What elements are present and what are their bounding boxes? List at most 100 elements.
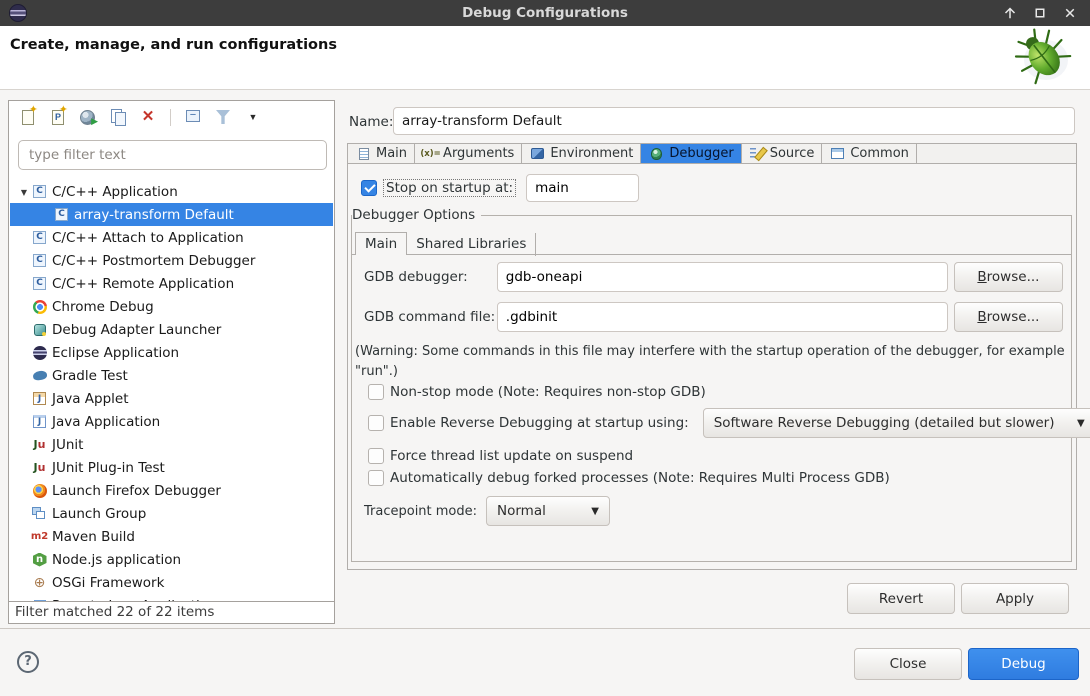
gradle-icon: [32, 368, 47, 383]
force-thread-list-update-row: Force thread list update on suspend: [368, 446, 633, 466]
tab-label: Debugger: [669, 146, 733, 161]
firefox-icon: [32, 483, 47, 498]
launch-group-icon: [32, 506, 47, 521]
tree-item[interactable]: Remote Java Application: [10, 594, 333, 601]
tree-item[interactable]: Java Applet: [10, 387, 333, 410]
tree-item[interactable]: JUnit Plug-in Test: [10, 456, 333, 479]
maximize-button[interactable]: [1028, 2, 1052, 24]
tab-label: Common: [850, 146, 909, 161]
delete-icon: [138, 108, 158, 126]
gdb-debugger-browse-button[interactable]: Browse...: [954, 262, 1063, 292]
stop-on-startup-checkbox[interactable]: [361, 180, 377, 196]
tree-item[interactable]: Launch Group: [10, 502, 333, 525]
gdb-debugger-label: GDB debugger:: [364, 269, 497, 285]
osgi-icon: [32, 575, 47, 590]
tree-item[interactable]: Maven Build: [10, 525, 333, 548]
debug-button[interactable]: Debug: [968, 648, 1079, 680]
tracepoint-mode-row: Tracepoint mode: Normal ▼: [364, 496, 610, 526]
tree-item-label: JUnit: [52, 437, 83, 453]
tree-item[interactable]: Eclipse Application: [10, 341, 333, 364]
new-prototype-icon: [48, 108, 68, 126]
auto-debug-forked-processes-label: Automatically debug forked processes (No…: [390, 470, 890, 486]
help-button[interactable]: ?: [17, 651, 39, 673]
tree-item-label: Java Application: [52, 414, 160, 430]
tree-item-label: Maven Build: [52, 529, 135, 545]
tree-item[interactable]: Node.js application: [10, 548, 333, 571]
maven-icon: [32, 529, 47, 544]
collapse-all-icon: [183, 108, 203, 126]
force-thread-list-update-checkbox[interactable]: [368, 448, 384, 464]
expander-icon[interactable]: [16, 184, 32, 199]
non-stop-mode-label: Non-stop mode (Note: Requires non-stop G…: [390, 384, 706, 400]
name-label: Name:: [349, 114, 393, 130]
tab-arguments[interactable]: Arguments: [415, 144, 522, 163]
titlebar: Debug Configurations: [0, 0, 1090, 26]
non-stop-mode-row: Non-stop mode (Note: Requires non-stop G…: [368, 382, 706, 402]
gdb-command-file-input[interactable]: [497, 302, 948, 332]
dropdown-arrow-icon: [243, 108, 263, 126]
toolbar-duplicate-button[interactable]: [105, 105, 131, 129]
export-launch-configuration-icon: [78, 108, 98, 126]
non-stop-mode-checkbox[interactable]: [368, 384, 384, 400]
tab-source[interactable]: Source: [742, 144, 823, 163]
toolbar-new-config-button[interactable]: [15, 105, 41, 129]
close-button[interactable]: Close: [854, 648, 962, 680]
toolbar-menu-button[interactable]: [240, 105, 266, 129]
name-input[interactable]: [393, 107, 1075, 135]
tracepoint-mode-select[interactable]: Normal ▼: [486, 496, 610, 526]
debugger-options-tab-main[interactable]: Main: [355, 232, 407, 255]
toolbar-export-button[interactable]: [75, 105, 101, 129]
debugger-options-tab-shared-libraries[interactable]: Shared Libraries: [407, 233, 536, 256]
toolbar-new-prototype-button[interactable]: [45, 105, 71, 129]
java-app-icon: [32, 414, 47, 429]
gdb-debugger-input[interactable]: [497, 262, 948, 292]
cpp-icon: [32, 253, 47, 268]
tree-item[interactable]: C/C++ Attach to Application: [10, 226, 333, 249]
debugger-options-group: Debugger Options MainShared Libraries GD…: [351, 215, 1072, 562]
tree-item[interactable]: C/C++ Application: [10, 180, 333, 203]
nodejs-icon: [32, 552, 47, 567]
stop-on-startup-row: Stop on startup at:: [361, 174, 639, 202]
stop-on-startup-input[interactable]: [526, 174, 639, 202]
tree-item[interactable]: Gradle Test: [10, 364, 333, 387]
tab-label: Environment: [550, 146, 633, 161]
tree-item[interactable]: C/C++ Remote Application: [10, 272, 333, 295]
close-window-button[interactable]: [1058, 2, 1082, 24]
new-launch-configuration-icon: [18, 108, 38, 126]
tab-main[interactable]: Main: [348, 144, 415, 163]
tree-item-label: Launch Group: [52, 506, 146, 522]
tab-environment[interactable]: Environment: [522, 144, 641, 163]
tree-item-label: OSGi Framework: [52, 575, 164, 591]
tree-item[interactable]: C/C++ Postmortem Debugger: [10, 249, 333, 272]
filter-input[interactable]: [18, 140, 327, 170]
tab-debugger[interactable]: Debugger: [641, 144, 741, 163]
tree-item[interactable]: JUnit: [10, 433, 333, 456]
tree-item[interactable]: Launch Firefox Debugger: [10, 479, 333, 502]
keep-above-button[interactable]: [998, 2, 1022, 24]
revert-button[interactable]: Revert: [847, 583, 955, 614]
tree-item[interactable]: Java Application: [10, 410, 333, 433]
tree-item[interactable]: OSGi Framework: [10, 571, 333, 594]
enable-reverse-debugging-checkbox[interactable]: [368, 415, 384, 431]
auto-debug-forked-processes-checkbox[interactable]: [368, 470, 384, 486]
apply-button[interactable]: Apply: [961, 583, 1069, 614]
tree-item-label: Debug Adapter Launcher: [52, 322, 221, 338]
chrome-icon: [32, 299, 47, 314]
arguments-tab-icon: [422, 147, 439, 161]
tree-item[interactable]: Debug Adapter Launcher: [10, 318, 333, 341]
cpp-icon: [54, 207, 69, 222]
toolbar-delete-button[interactable]: [135, 105, 161, 129]
reverse-debugging-type-select[interactable]: Software Reverse Debugging (detailed but…: [703, 408, 1090, 438]
junit-plugin-icon: [32, 460, 47, 475]
stop-on-startup-label: Stop on startup at:: [383, 179, 516, 197]
toolbar-collapse-all-button[interactable]: [180, 105, 206, 129]
filter-status: Filter matched 22 of 22 items: [9, 601, 334, 623]
tree-item[interactable]: array-transform Default: [10, 203, 333, 226]
tree-item[interactable]: Chrome Debug: [10, 295, 333, 318]
junit-icon: [32, 437, 47, 452]
gdb-command-file-browse-button[interactable]: Browse...: [954, 302, 1063, 332]
toolbar-filter-button[interactable]: [210, 105, 236, 129]
gdb-command-file-row: GDB command file: Browse...: [364, 302, 1063, 332]
chevron-down-icon: ▼: [591, 506, 599, 517]
tab-common[interactable]: Common: [822, 144, 917, 163]
